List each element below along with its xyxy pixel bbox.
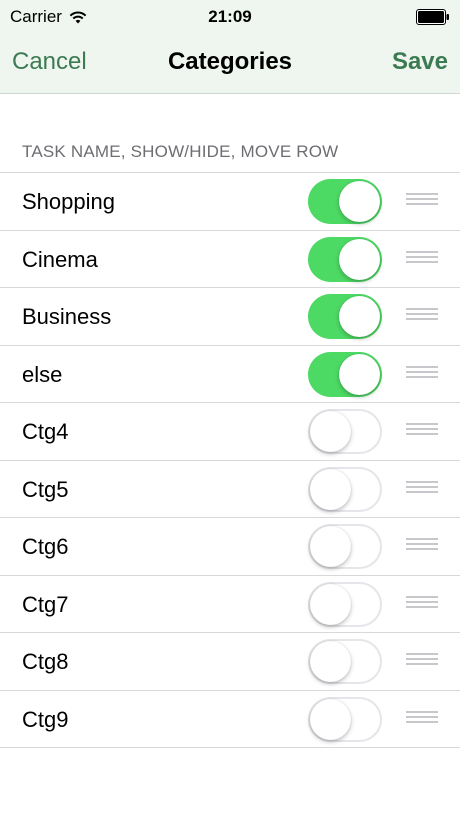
toggle-knob — [310, 411, 351, 452]
section-header: TASK NAME, SHOW/HIDE, MOVE ROW — [22, 142, 339, 161]
category-row: Ctg9 — [0, 691, 460, 748]
handle-line — [406, 375, 438, 378]
handle-line — [406, 485, 438, 488]
category-label: Ctg8 — [22, 649, 69, 674]
toggle-knob — [339, 353, 380, 395]
handle-line — [406, 658, 438, 660]
category-label: Ctg9 — [22, 706, 69, 732]
handle-line — [406, 423, 438, 425]
show-hide-toggle[interactable] — [308, 179, 382, 224]
category-label: Cinema — [22, 246, 98, 272]
toggle-knob — [339, 238, 380, 280]
category-label: Ctg7 — [22, 591, 69, 617]
category-label: Ctg4 — [22, 419, 69, 444]
toggle-knob — [310, 468, 351, 510]
show-hide-toggle[interactable] — [308, 236, 382, 282]
show-hide-toggle[interactable] — [308, 581, 382, 627]
handle-line — [406, 313, 438, 315]
category-row: Ctg5 — [0, 461, 460, 518]
battery-icon — [416, 9, 449, 25]
handle-line — [406, 428, 438, 430]
toggle-knob — [310, 526, 351, 567]
handle-line — [406, 715, 438, 718]
handle-line — [406, 260, 438, 263]
reorder-handle-icon[interactable] — [406, 595, 438, 612]
handle-line — [406, 605, 438, 608]
reorder-handle-icon[interactable] — [406, 193, 438, 209]
toggle-knob — [310, 583, 351, 625]
handle-line — [406, 318, 438, 320]
handle-line — [406, 203, 438, 205]
handle-line — [406, 653, 438, 655]
cancel-button[interactable]: Cancel — [12, 48, 87, 76]
category-row: Ctg8 — [0, 633, 460, 691]
toggle-knob — [339, 181, 380, 222]
category-label: Ctg5 — [22, 476, 69, 502]
show-hide-toggle[interactable] — [308, 466, 382, 512]
category-list: Shopping Cinema Business else Ctg4 Ctg5 Ctg6 Ct… — [0, 172, 460, 748]
show-hide-toggle[interactable] — [308, 409, 382, 454]
handle-line — [406, 710, 438, 713]
category-row: else — [0, 346, 460, 403]
handle-line — [406, 600, 438, 603]
reorder-handle-icon[interactable] — [406, 538, 438, 554]
category-row: Shopping — [0, 173, 460, 231]
category-label: Ctg6 — [22, 534, 69, 559]
handle-line — [406, 370, 438, 373]
handle-line — [406, 663, 438, 665]
toggle-knob — [339, 296, 380, 337]
handle-line — [406, 198, 438, 200]
top-bar: Carrier 21:09 Cancel Categories Save — [0, 0, 460, 94]
category-row: Business — [0, 288, 460, 346]
toggle-knob — [310, 698, 351, 740]
status-time: 21:09 — [208, 7, 252, 26]
category-label: else — [22, 361, 63, 387]
reorder-handle-icon[interactable] — [406, 480, 438, 497]
show-hide-toggle[interactable] — [308, 351, 382, 397]
category-row: Cinema — [0, 231, 460, 288]
category-row: Ctg7 — [0, 576, 460, 633]
category-row: Ctg4 — [0, 403, 460, 461]
handle-line — [406, 538, 438, 540]
toggle-knob — [310, 641, 351, 682]
handle-line — [406, 490, 438, 493]
show-hide-toggle[interactable] — [308, 696, 382, 742]
handle-line — [406, 193, 438, 195]
handle-line — [406, 548, 438, 550]
handle-line — [406, 480, 438, 483]
handle-line — [406, 255, 438, 258]
reorder-handle-icon[interactable] — [406, 710, 438, 727]
category-label: Shopping — [22, 189, 115, 214]
show-hide-toggle[interactable] — [308, 524, 382, 569]
reorder-handle-icon[interactable] — [406, 365, 438, 382]
show-hide-toggle[interactable] — [308, 294, 382, 339]
handle-line — [406, 250, 438, 253]
navigation-bar: Cancel Categories Save — [0, 32, 460, 94]
reorder-handle-icon[interactable] — [406, 653, 438, 669]
reorder-handle-icon[interactable] — [406, 423, 438, 439]
category-row: Ctg6 — [0, 518, 460, 576]
show-hide-toggle[interactable] — [308, 639, 382, 684]
status-bar: Carrier 21:09 — [0, 0, 460, 32]
handle-line — [406, 365, 438, 368]
reorder-handle-icon[interactable] — [406, 308, 438, 324]
save-button[interactable]: Save — [392, 48, 448, 76]
handle-line — [406, 543, 438, 545]
category-label: Business — [22, 304, 112, 329]
handle-line — [406, 308, 438, 310]
handle-line — [406, 720, 438, 723]
handle-line — [406, 433, 438, 435]
reorder-handle-icon[interactable] — [406, 250, 438, 267]
handle-line — [406, 595, 438, 598]
screen: Carrier 21:09 Cancel Categories Save TAS… — [0, 0, 460, 818]
